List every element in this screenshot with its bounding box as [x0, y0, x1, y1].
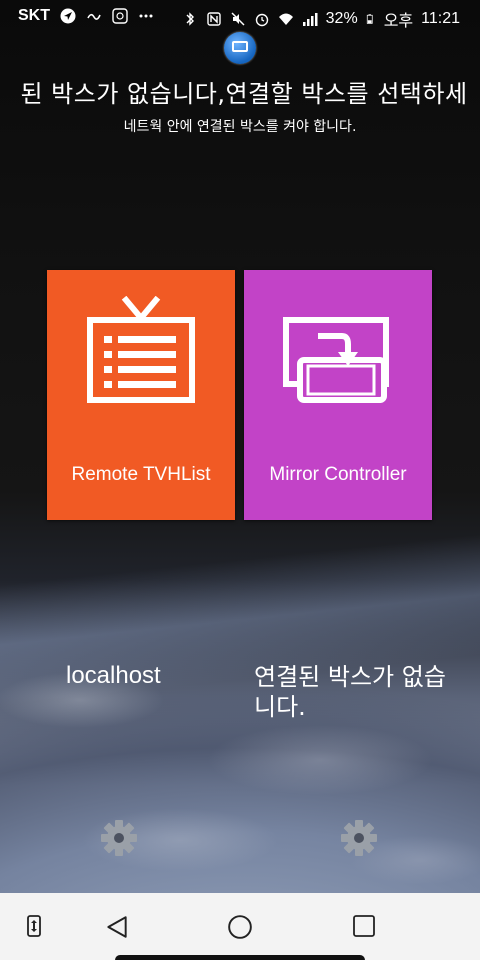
gear-icon[interactable] [339, 818, 379, 858]
clock-time: 11:21 [421, 10, 460, 27]
battery-icon [366, 14, 373, 24]
recents-icon[interactable] [352, 914, 376, 938]
navigation-bar [0, 893, 480, 960]
status-right: 32% 오후 11:21 [182, 7, 460, 31]
status-left: SKT [18, 7, 154, 25]
navigation-icon [60, 8, 76, 24]
remote-tvhlist-tile[interactable]: Remote TVHList [47, 270, 235, 520]
connection-status-title: 된 박스가 없습니다,연결할 박스를 선택하세 [20, 80, 468, 108]
no-box-connected-label: 연결된 박스가 없습니다. [254, 663, 446, 721]
app-icon [112, 8, 128, 24]
gear-icon[interactable] [99, 818, 139, 858]
screen: SKT 32% 오후 11:21 된 박스가 없습니다,연결할 박스를 선택하세… [0, 0, 480, 960]
remote-tvhlist-label: Remote TVHList [71, 464, 211, 485]
gesture-pill [115, 955, 365, 960]
more-icon [139, 14, 153, 18]
mute-icon [231, 12, 245, 26]
bluetooth-icon [186, 12, 194, 26]
mirror-controller-tile[interactable]: Mirror Controller [244, 270, 432, 520]
mirror-controller-label: Mirror Controller [269, 464, 407, 485]
tv-list-icon [87, 296, 195, 403]
mirror-icon [283, 317, 389, 403]
alarm-icon [255, 13, 268, 27]
connection-hint: 네트웍 안에 연결된 박스를 켜야 합니다. [123, 119, 357, 135]
signal-icon [302, 13, 318, 26]
wifi-icon [278, 13, 293, 25]
lg-icon [87, 13, 101, 20]
battery-percent: 32% [325, 10, 358, 27]
rotate-icon[interactable] [22, 914, 46, 938]
clock-ampm: 오후 [383, 13, 414, 30]
home-icon[interactable] [227, 914, 253, 940]
nfc-icon [206, 12, 221, 26]
localhost-label: localhost [66, 662, 161, 689]
carrier-label: SKT [18, 7, 50, 24]
app-logo-icon [224, 32, 256, 64]
status-bar: SKT 32% 오후 11:21 [0, 0, 480, 34]
back-icon[interactable] [104, 914, 130, 940]
